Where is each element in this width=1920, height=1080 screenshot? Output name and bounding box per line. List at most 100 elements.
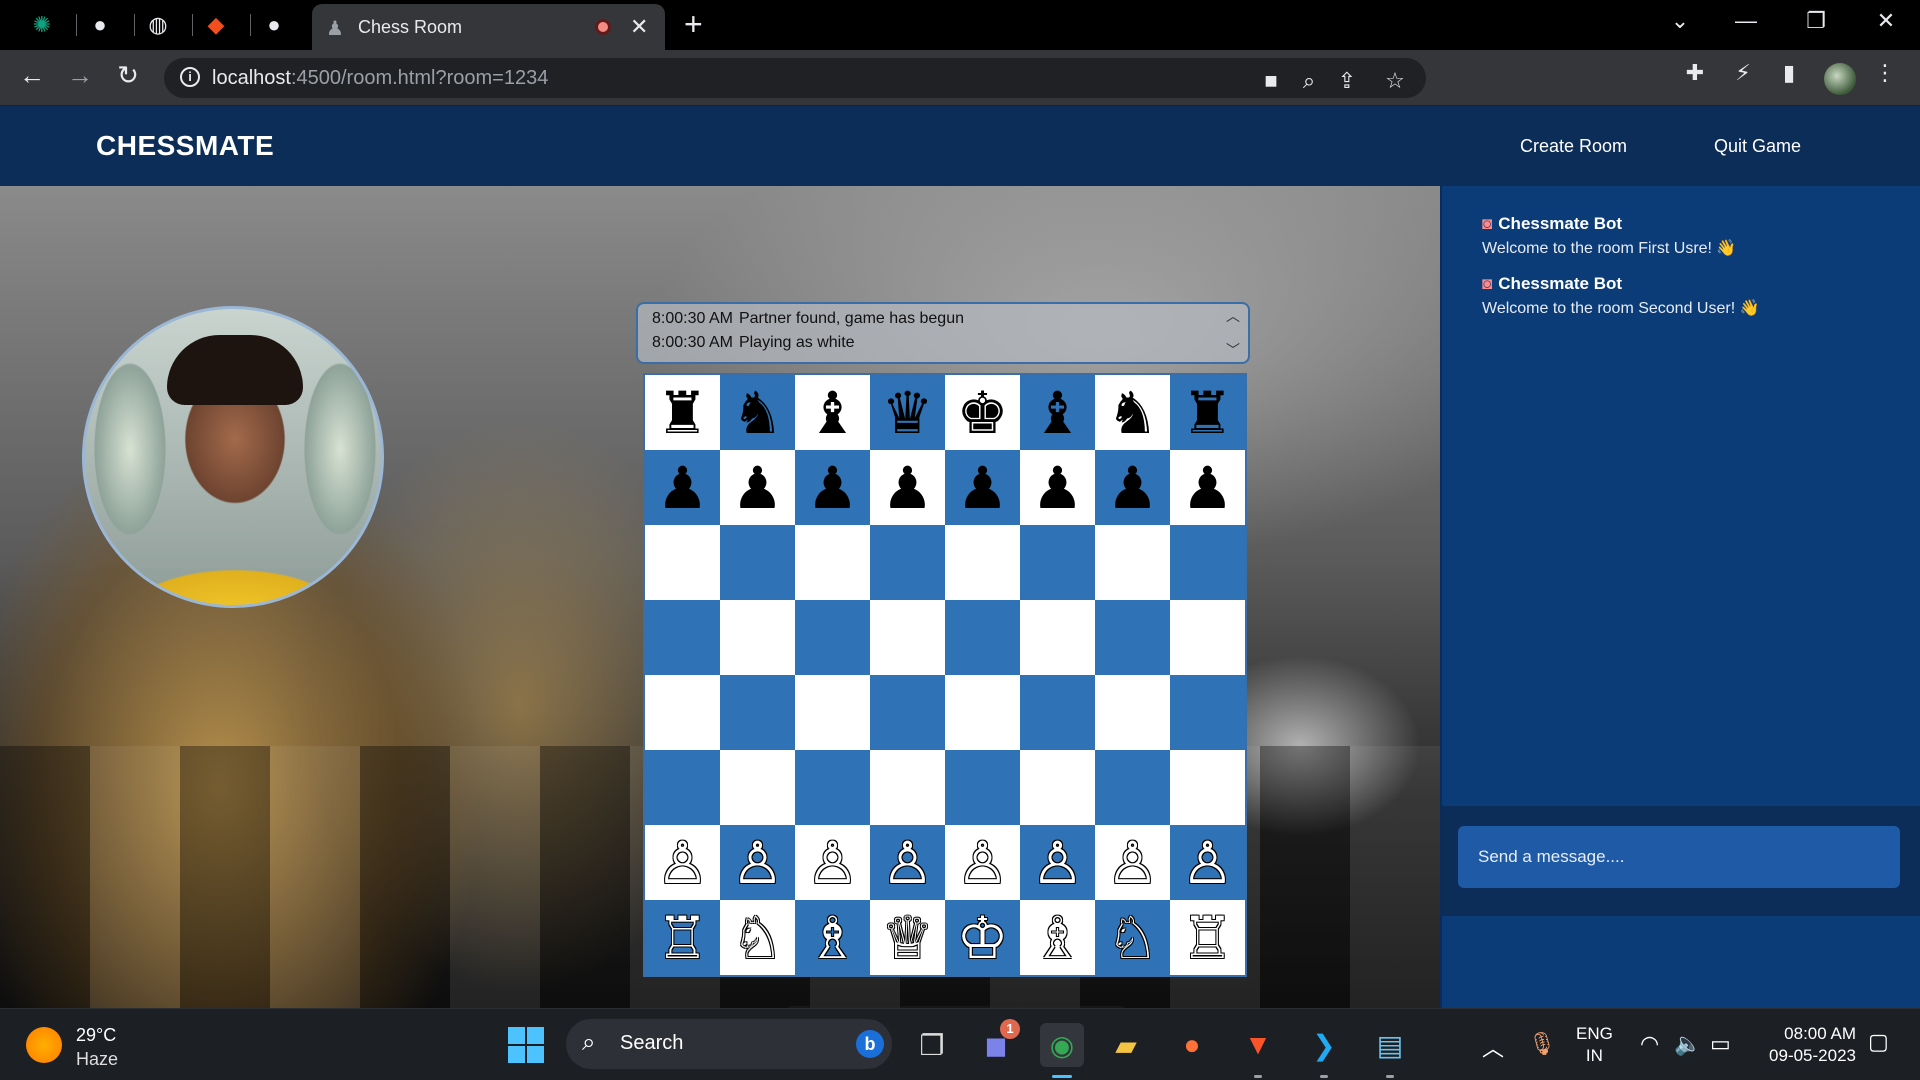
board-square[interactable]: ♝ <box>1020 375 1095 450</box>
board-square[interactable] <box>870 750 945 825</box>
board-square[interactable]: ♟ <box>945 450 1020 525</box>
board-square[interactable]: ♟ <box>1095 450 1170 525</box>
black-piece[interactable]: ♟ <box>1182 459 1234 517</box>
log-scroll-up-icon[interactable]: ︿ <box>1226 306 1240 326</box>
task-view-button[interactable]: ❐ <box>910 1023 954 1067</box>
board-square[interactable] <box>795 750 870 825</box>
board-square[interactable] <box>645 750 720 825</box>
board-square[interactable] <box>1020 750 1095 825</box>
board-square[interactable]: ♟ <box>645 450 720 525</box>
board-square[interactable] <box>945 675 1020 750</box>
white-piece[interactable]: ♙ <box>807 834 859 892</box>
board-square[interactable] <box>645 600 720 675</box>
board-square[interactable]: ♟ <box>720 450 795 525</box>
black-piece[interactable]: ♜ <box>1182 384 1234 442</box>
board-square[interactable] <box>795 525 870 600</box>
board-square[interactable]: ♙ <box>870 825 945 900</box>
board-square[interactable] <box>795 600 870 675</box>
tab-search-chevron-icon[interactable]: ⌄ <box>1660 8 1700 34</box>
board-square[interactable]: ♚ <box>945 375 1020 450</box>
camera-in-use-icon[interactable]: ■ <box>1256 68 1286 94</box>
black-piece[interactable]: ♝ <box>807 384 859 442</box>
brand-logo[interactable]: CHESSMATE <box>96 130 274 162</box>
board-square[interactable] <box>1095 600 1170 675</box>
board-square[interactable]: ♘ <box>1095 900 1170 975</box>
board-square[interactable]: ♘ <box>720 900 795 975</box>
white-piece[interactable]: ♖ <box>1182 909 1234 967</box>
file-explorer-app[interactable]: ▰ <box>1104 1023 1148 1067</box>
white-piece[interactable]: ♗ <box>807 909 859 967</box>
brave-app[interactable]: ▼ <box>1236 1023 1280 1067</box>
board-square[interactable] <box>1020 525 1095 600</box>
board-square[interactable]: ♟ <box>870 450 945 525</box>
new-tab-button[interactable]: + <box>684 6 703 43</box>
black-piece[interactable]: ♟ <box>657 459 709 517</box>
menu-kebab-icon[interactable]: ⋮ <box>1868 60 1902 86</box>
white-piece[interactable]: ♙ <box>1182 834 1234 892</box>
board-square[interactable] <box>1020 600 1095 675</box>
white-piece[interactable]: ♙ <box>1032 834 1084 892</box>
board-square[interactable] <box>720 525 795 600</box>
pinned-tab-chatgpt[interactable]: ✺ <box>22 8 62 42</box>
board-square[interactable]: ♙ <box>795 825 870 900</box>
board-square[interactable]: ♛ <box>870 375 945 450</box>
black-piece[interactable]: ♞ <box>732 384 784 442</box>
profile-avatar[interactable] <box>1824 63 1856 95</box>
board-square[interactable] <box>720 750 795 825</box>
board-square[interactable]: ♞ <box>720 375 795 450</box>
black-piece[interactable]: ♚ <box>957 384 1009 442</box>
white-piece[interactable]: ♘ <box>732 909 784 967</box>
board-square[interactable] <box>1170 600 1245 675</box>
chess-board[interactable]: ♜ ♞ ♝ ♛ ♚ ♝ ♞ ♜ ♟ ♟ ♟ ♟ ♟ ♟ ♟ ♟ ♙ ♙ ♙ ♙ ♙ ♙ ♙ ♙ ♖ ♘ ♗ ♕ ♔ ♗ ♘ ♖ <box>643 373 1247 977</box>
pinned-tab-figma[interactable]: ◆ <box>196 8 236 42</box>
board-square[interactable] <box>945 600 1020 675</box>
taskbar-search[interactable]: ⌕ Search b <box>566 1019 892 1069</box>
black-piece[interactable]: ♟ <box>1032 459 1084 517</box>
board-square[interactable]: ♜ <box>1170 375 1245 450</box>
board-square[interactable] <box>1170 750 1245 825</box>
white-piece[interactable]: ♙ <box>1107 834 1159 892</box>
address-bar[interactable]: i localhost:4500/room.html?room=1234 ■ ⌕… <box>164 58 1426 98</box>
black-piece[interactable]: ♛ <box>882 384 934 442</box>
show-hidden-icons-chevron[interactable]: ︿ <box>1482 1031 1504 1063</box>
board-square[interactable] <box>795 675 870 750</box>
pinned-tab-github-2[interactable]: ● <box>254 8 294 42</box>
firefox-app[interactable]: ● <box>1170 1023 1214 1067</box>
black-piece[interactable]: ♝ <box>1032 384 1084 442</box>
board-square[interactable]: ♗ <box>795 900 870 975</box>
extensions-puzzle-icon[interactable]: ✚ <box>1678 60 1712 86</box>
white-piece[interactable]: ♙ <box>657 834 709 892</box>
restore-button[interactable]: ❐ <box>1796 8 1836 34</box>
site-info-icon[interactable]: i <box>180 67 200 87</box>
board-square[interactable] <box>870 675 945 750</box>
board-square[interactable]: ♖ <box>645 900 720 975</box>
black-piece[interactable]: ♟ <box>1107 459 1159 517</box>
bing-icon[interactable]: b <box>856 1030 884 1058</box>
black-piece[interactable]: ♟ <box>732 459 784 517</box>
reload-button[interactable]: ↻ <box>110 60 146 91</box>
white-piece[interactable]: ♘ <box>1107 909 1159 967</box>
board-square[interactable] <box>1170 675 1245 750</box>
board-square[interactable]: ♟ <box>795 450 870 525</box>
white-piece[interactable]: ♕ <box>882 909 934 967</box>
chrome-app[interactable]: ◉ <box>1040 1023 1084 1067</box>
board-square[interactable]: ♙ <box>1170 825 1245 900</box>
microphone-tray-icon[interactable]: 🎙 <box>1528 1031 1556 1057</box>
white-piece[interactable]: ♔ <box>957 909 1009 967</box>
board-square[interactable] <box>870 525 945 600</box>
white-piece[interactable]: ♙ <box>957 834 1009 892</box>
log-scroll-down-icon[interactable]: ﹀ <box>1226 340 1240 360</box>
vscode-app[interactable]: ❯ <box>1302 1023 1346 1067</box>
board-square[interactable]: ♙ <box>1095 825 1170 900</box>
create-room-link[interactable]: Create Room <box>1520 136 1627 157</box>
performance-icon[interactable]: ⚡ <box>1726 60 1760 86</box>
white-piece[interactable]: ♖ <box>657 909 709 967</box>
board-square[interactable]: ♔ <box>945 900 1020 975</box>
pinned-tab-github[interactable]: ● <box>80 8 120 42</box>
bookmark-star-icon[interactable]: ☆ <box>1380 68 1410 94</box>
board-square[interactable] <box>1020 675 1095 750</box>
board-square[interactable]: ♙ <box>645 825 720 900</box>
white-piece[interactable]: ♙ <box>882 834 934 892</box>
battery-icon[interactable]: ▭ <box>1710 1031 1731 1057</box>
board-square[interactable]: ♖ <box>1170 900 1245 975</box>
